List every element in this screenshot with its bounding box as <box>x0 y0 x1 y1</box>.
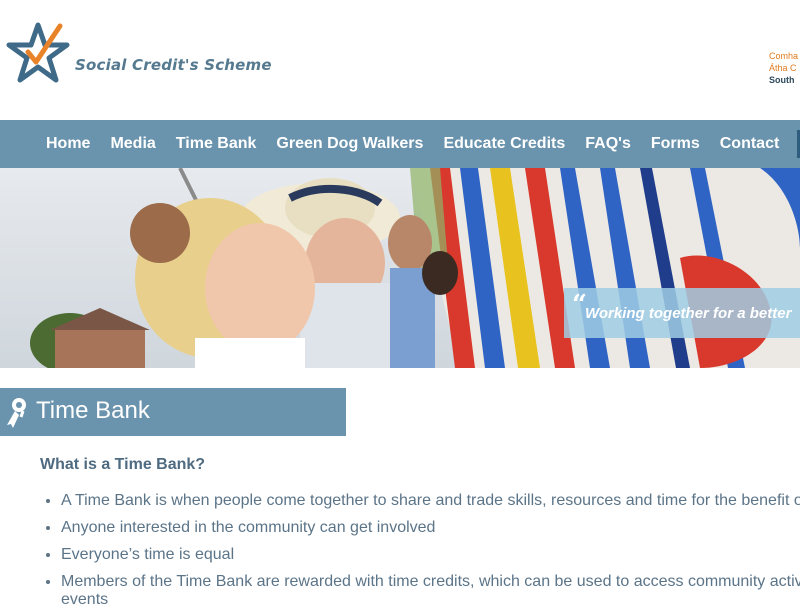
section-title-bar: Time Bank <box>0 388 346 436</box>
nav-item-educate-credits[interactable]: Educate Credits <box>433 135 575 153</box>
nav-item-faqs[interactable]: FAQ's <box>575 135 641 153</box>
hero-tagline: “ Working together for a better <box>564 288 800 338</box>
council-logo[interactable]: Comha Átha C South <box>769 50 798 86</box>
nav-item-contact[interactable]: Contact <box>710 135 790 153</box>
site-header: Social Credit's Scheme Comha Átha C Sout… <box>0 0 800 120</box>
bullet-list: A Time Bank is when people come together… <box>40 492 800 609</box>
logo-text[interactable]: Social Credit's Scheme <box>75 56 272 74</box>
list-item: Everyone’s time is equal <box>61 546 800 573</box>
main-nav: Home Media Time Bank Green Dog Walkers E… <box>0 120 800 168</box>
hero-banner-image <box>0 168 800 368</box>
tagline-text: Working together for a better <box>585 305 792 322</box>
nav-item-media[interactable]: Media <box>100 135 165 153</box>
nav-item-home[interactable]: Home <box>36 135 100 153</box>
nav-item-green-dog-walkers[interactable]: Green Dog Walkers <box>266 135 433 153</box>
council-line-1: Comha <box>769 51 799 61</box>
nav-item-forms[interactable]: Forms <box>641 135 710 153</box>
council-line-3: South <box>769 75 795 85</box>
council-line-2: Átha C <box>769 63 797 73</box>
list-item: Members of the Time Bank are rewarded wi… <box>61 573 800 609</box>
star-check-logo-icon[interactable] <box>6 22 70 84</box>
list-item-text: Members of the Time Bank are rewarded wi… <box>61 573 800 590</box>
list-item: A Time Bank is when people come together… <box>61 492 800 519</box>
list-item: Anyone interested in the community can g… <box>61 519 800 546</box>
nav-item-time-bank[interactable]: Time Bank <box>166 135 267 153</box>
section-title: Time Bank <box>36 397 150 424</box>
list-item-continuation: events <box>61 591 109 608</box>
award-ribbon-icon <box>7 398 26 428</box>
content-heading: What is a Time Bank? <box>40 456 206 473</box>
hero-illustration <box>0 168 800 368</box>
